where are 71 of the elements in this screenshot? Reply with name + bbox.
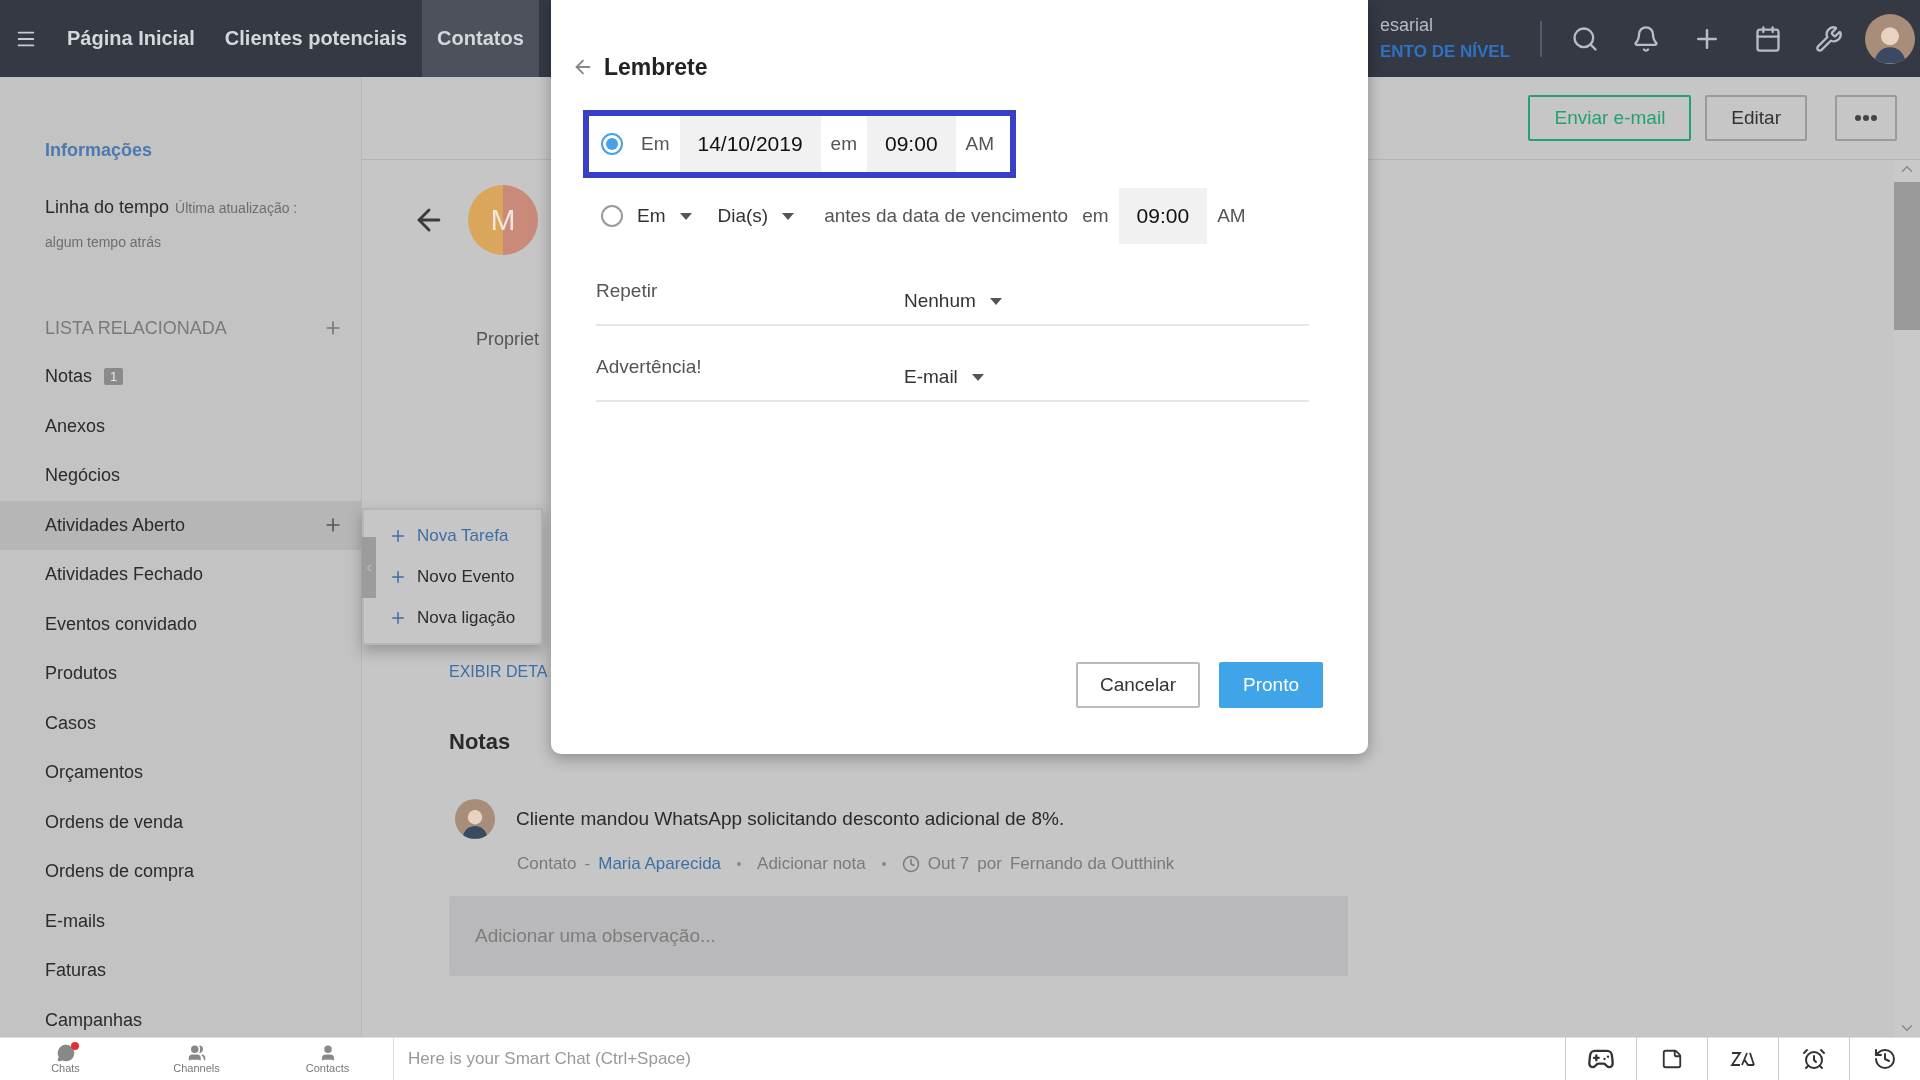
field-label: Propriet	[476, 329, 541, 350]
unit-dropdown[interactable]: Dia(s)	[717, 205, 795, 227]
sidebar-item-label: Campanhas	[45, 1009, 143, 1031]
time-field[interactable]: 09:00	[867, 116, 956, 172]
section-title: Notas	[449, 729, 512, 755]
sidebar-item[interactable]: Eventos convidado	[0, 599, 361, 649]
nav-tab[interactable]: Página Inicial	[52, 0, 210, 77]
note-input[interactable]: Adicionar uma observação...	[449, 896, 1348, 976]
sidebar-item[interactable]: Negócios	[0, 451, 361, 501]
menu-item[interactable]: Novo Evento	[389, 560, 541, 593]
note-text: Cliente mandou WhatsApp solicitando desconto adicional de 8%.	[516, 808, 1065, 830]
sidebar-item[interactable]: Atividades Fechado	[0, 550, 361, 600]
sidebar-item-label: Orçamentos	[45, 762, 144, 784]
separator: -	[584, 854, 591, 874]
nav-tab[interactable]: Clientes potenciais	[209, 0, 423, 77]
chat-input[interactable]: Here is your Smart Chat (Ctrl+Space)	[393, 1037, 1565, 1080]
note-module: Contato	[517, 854, 577, 874]
count-badge: 1	[104, 368, 124, 386]
date-field[interactable]: 14/10/2019	[679, 116, 821, 172]
note-date: Out 7	[927, 854, 970, 874]
sidebar-item-label: Negócios	[45, 465, 121, 487]
sidebar-item-label: E-mails	[45, 910, 105, 932]
sidebar-item[interactable]: Produtos	[0, 649, 361, 699]
chat-tab[interactable]: Channels	[131, 1037, 262, 1080]
organization-name: esarial	[1380, 15, 1435, 36]
sidebar-item-label: Notas	[45, 366, 93, 388]
value-dropdown[interactable]: Nenhum	[904, 290, 1002, 312]
sidebar-item[interactable]: Anexos	[0, 401, 361, 451]
chat-tab[interactable]: Contacts	[262, 1037, 393, 1080]
sidebar-item[interactable]: Casos	[0, 698, 361, 748]
by-label: por	[977, 854, 1002, 874]
value-dropdown[interactable]: E-mail	[904, 366, 984, 388]
sidebar-item-label: Faturas	[45, 960, 107, 982]
sidebar-item[interactable]: Orçamentos	[0, 748, 361, 798]
sidebar-item[interactable]: Faturas	[0, 946, 361, 996]
sidebar-item-label: Atividades Fechado	[45, 564, 204, 586]
sidebar-item-label: Ordens de compra	[45, 861, 195, 883]
sidebar-item[interactable]: Atividades Aberto	[0, 500, 361, 550]
sidebar-item[interactable]: Notas 1	[0, 352, 361, 402]
time-field[interactable]: 09:00	[1118, 188, 1208, 244]
dialog-title: Lembrete	[604, 53, 708, 81]
sidebar-item-label: Ordens de venda	[45, 811, 184, 833]
menu-item[interactable]: Nova ligação	[389, 601, 541, 634]
cancel-button[interactable]: Cancelar	[1075, 662, 1200, 708]
nav-tab[interactable]: Contatos	[422, 0, 539, 77]
meridiem-label: AM	[1217, 205, 1246, 227]
contact-avatar: M	[468, 185, 538, 255]
chat-tab[interactable]: Chats	[0, 1037, 131, 1080]
sidebar-item[interactable]: Campanhas	[0, 995, 361, 1037]
last-updated-label: Última atualização :	[175, 200, 298, 216]
option-label: Em	[641, 133, 670, 155]
sidebar-item-label: Eventos convidado	[45, 613, 198, 635]
count-dropdown[interactable]: Em	[637, 205, 692, 227]
field-label: Repetir	[596, 280, 659, 302]
sidebar-item[interactable]: E-mails	[0, 896, 361, 946]
sidebar-item-label: Casos	[45, 712, 97, 734]
note-author: Fernando da Outthink	[1009, 854, 1175, 874]
edit-button[interactable]: Editar	[1705, 95, 1807, 141]
sidebar-item-label: Atividades Aberto	[45, 514, 186, 536]
meridiem-label: AM	[965, 133, 995, 155]
sidebar-item[interactable]: Ordens de venda	[0, 797, 361, 847]
related-list-heading: LISTA RELACIONADA	[45, 317, 227, 339]
sidebar-item-label: Anexos	[45, 415, 106, 437]
connector-label: em	[1082, 205, 1109, 227]
option-text: antes da data de vencimento	[824, 205, 1069, 227]
sidebar-item-label: Produtos	[45, 663, 118, 685]
last-updated-time: algum tempo atrás	[44, 234, 162, 250]
field-label: Advertência!	[596, 356, 703, 378]
sidebar-item[interactable]: Ordens de compra	[0, 847, 361, 897]
connector-label: em	[830, 133, 857, 155]
timeline-link[interactable]: Linha do tempo	[45, 197, 170, 217]
